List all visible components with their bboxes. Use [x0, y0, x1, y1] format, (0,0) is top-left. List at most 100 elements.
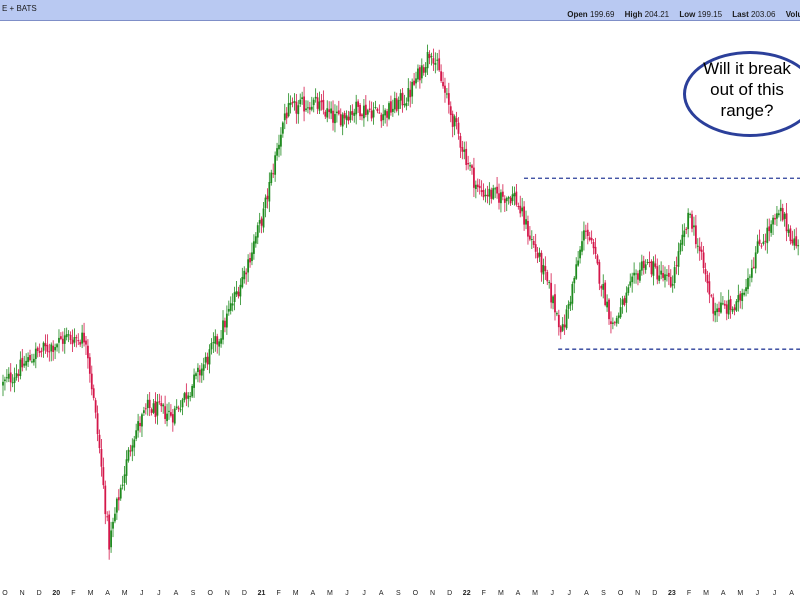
x-tick-label: O	[618, 590, 624, 597]
quote-readout: Open 199.69 High 204.21 Low 199.15 Last …	[567, 10, 800, 19]
x-tick-label: D	[242, 590, 247, 597]
candle-body	[610, 321, 612, 325]
candle-body	[631, 276, 634, 283]
candle-body	[596, 255, 599, 264]
candle-body	[685, 228, 688, 231]
candle-body	[579, 249, 581, 259]
candle-body	[436, 59, 439, 61]
x-tick-label: M	[88, 590, 94, 597]
candle-body	[660, 270, 663, 275]
candle-body	[752, 266, 755, 268]
candle-body	[148, 399, 151, 409]
candle-body	[69, 334, 72, 340]
candle-body	[473, 167, 475, 188]
candle-body	[509, 197, 512, 204]
candle-body	[21, 357, 24, 368]
candle-body	[112, 521, 114, 529]
candle-body	[584, 230, 587, 232]
candle-body	[650, 261, 653, 275]
candle-body	[189, 396, 192, 398]
candle-body	[237, 291, 240, 297]
candle-body	[528, 235, 531, 240]
candle-body	[706, 274, 709, 284]
candle-body	[527, 220, 529, 237]
candle-body	[206, 356, 209, 365]
candle-body	[384, 110, 387, 116]
x-tick-label: O	[413, 590, 419, 597]
candle-body	[698, 246, 701, 252]
x-tick-label: J	[362, 590, 366, 597]
candle-body	[254, 236, 257, 244]
candle-body	[440, 71, 443, 81]
candle-body	[106, 516, 109, 518]
candle-body	[675, 265, 678, 267]
candle-body	[563, 324, 566, 328]
candle-body	[413, 80, 415, 85]
candle-body	[364, 104, 367, 116]
candle-body	[218, 341, 221, 347]
candle-body	[229, 303, 232, 311]
candle-body	[471, 165, 473, 168]
candle-body	[119, 487, 122, 499]
x-tick-label: A	[174, 590, 179, 597]
candle-body	[233, 292, 236, 303]
candle-body	[664, 274, 666, 281]
candle-body	[374, 106, 377, 108]
candle-body	[29, 355, 31, 361]
candle-body	[629, 281, 632, 286]
x-tick-label: O	[2, 590, 8, 597]
candle-body	[428, 54, 431, 59]
candle-body	[515, 191, 518, 205]
candle-body	[513, 192, 516, 197]
candle-body	[56, 344, 58, 348]
candle-body	[225, 313, 228, 328]
candle-body	[795, 236, 798, 247]
candle-body	[114, 513, 116, 522]
candle-body	[720, 302, 722, 313]
candle-body	[283, 113, 286, 121]
candle-body	[575, 264, 578, 279]
candle-body	[214, 336, 217, 344]
candle-body	[727, 299, 730, 315]
candle-body	[297, 105, 300, 115]
candle-body	[391, 108, 394, 112]
candle-body	[187, 395, 190, 399]
candle-body	[117, 497, 120, 501]
candle-body	[434, 62, 437, 65]
candle-body	[449, 106, 452, 116]
candle-body	[195, 373, 197, 377]
x-tick-label: F	[71, 590, 75, 597]
candle-body	[270, 172, 273, 183]
candle-body	[635, 273, 637, 275]
candle-body	[245, 272, 248, 275]
x-tick-label: A	[721, 590, 726, 597]
candle-body	[295, 101, 298, 114]
candle-body	[613, 322, 616, 324]
candle-body	[623, 298, 626, 305]
candle-body	[673, 267, 676, 283]
candle-body	[505, 198, 508, 202]
candle-body	[538, 252, 541, 257]
candle-body	[162, 404, 165, 407]
x-tick-label: M	[122, 590, 128, 597]
candle-body	[714, 310, 717, 316]
candle-body	[617, 315, 620, 319]
candle-body	[44, 343, 47, 347]
candle-body	[606, 301, 608, 308]
candle-body	[382, 114, 385, 121]
candle-body	[644, 264, 647, 270]
candle-body	[378, 112, 381, 114]
candle-body	[202, 364, 205, 371]
candle-body	[274, 155, 277, 175]
candle-body	[754, 252, 757, 269]
candle-body	[154, 401, 157, 418]
x-tick-label: D	[447, 590, 452, 597]
candle-body	[100, 448, 103, 467]
x-tick-label: F	[482, 590, 486, 597]
candle-body	[312, 99, 315, 106]
candle-body	[793, 238, 796, 246]
candle-body	[418, 67, 421, 81]
candle-body	[281, 122, 284, 134]
candle-body	[455, 118, 458, 123]
candle-body	[569, 301, 572, 306]
